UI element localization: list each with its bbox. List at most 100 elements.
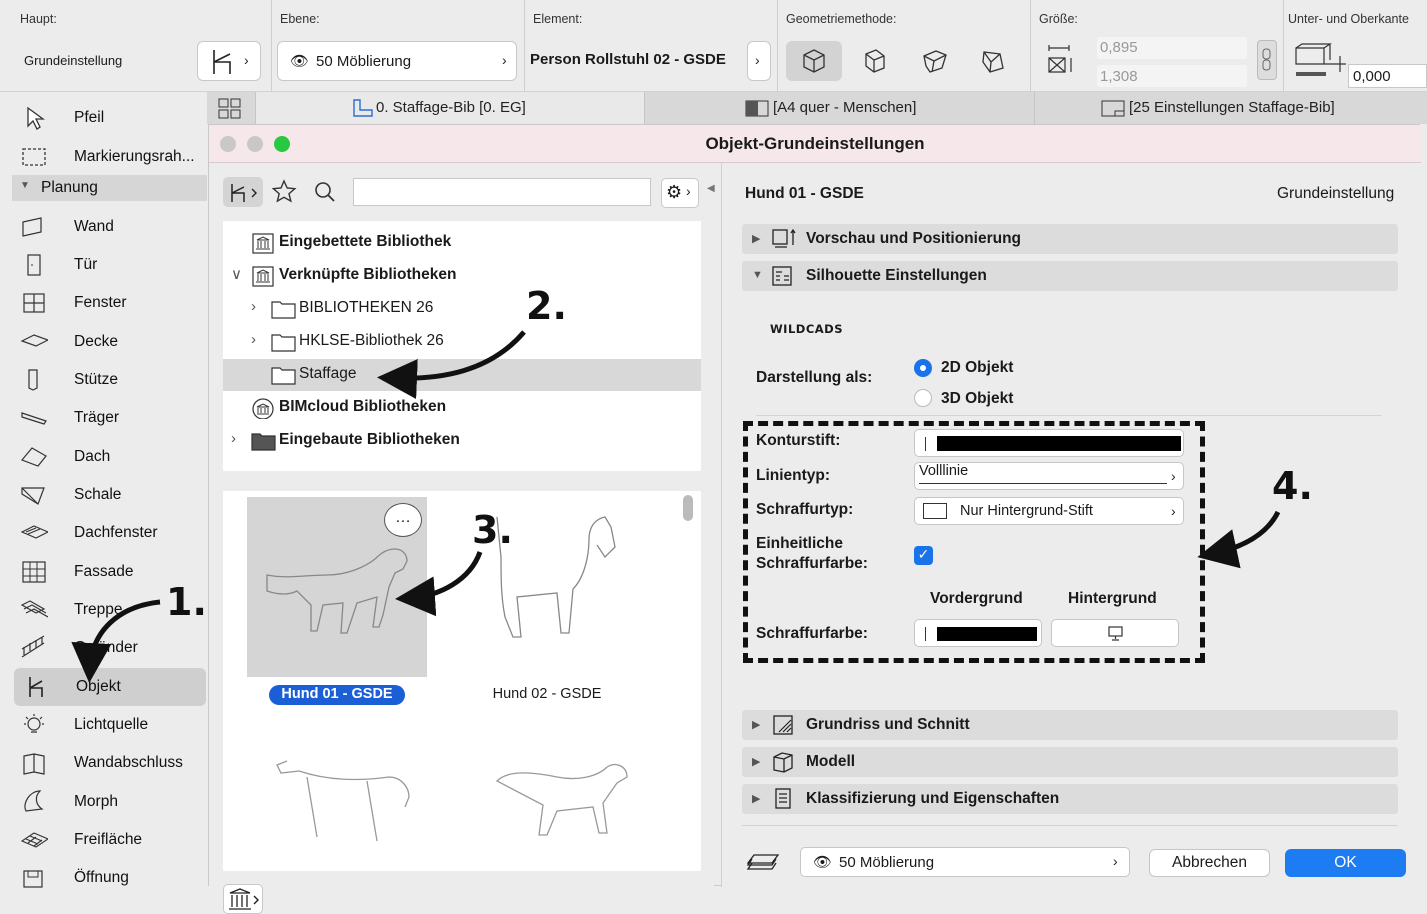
tool-wall-end[interactable]: Wandabschluss — [12, 744, 207, 782]
line-type-select[interactable]: Volllinie › — [914, 462, 1184, 490]
tool-arrow-pointer[interactable]: Pfeil — [12, 99, 207, 137]
radio-2d-selected[interactable] — [914, 359, 932, 377]
elevation-field[interactable]: 0,000 — [1348, 64, 1427, 88]
star-icon[interactable] — [271, 179, 297, 205]
tab-settings-view[interactable]: [25 Einstellungen Staffage-Bib] — [1035, 92, 1427, 124]
library-tree-item[interactable]: Staffage — [223, 359, 701, 391]
wildcads-logo: WILDCADS — [770, 322, 844, 336]
hintergrund-label: Hintergrund — [1068, 590, 1157, 607]
geometry-rotated-box-icon[interactable] — [860, 46, 890, 76]
section-silhouette[interactable]: ▼ Silhouette Einstellungen — [742, 261, 1398, 291]
object-label-selected[interactable]: Hund 01 - GSDE — [269, 685, 405, 705]
uniform-fill-checkbox[interactable]: ✓ — [914, 546, 933, 565]
thumbnail-object-4[interactable] — [457, 721, 637, 871]
section-vorschau[interactable]: ▶ Vorschau und Positionierung — [742, 224, 1398, 254]
tool-window[interactable]: Fenster — [12, 284, 207, 322]
tab-label: [A4 quer - Menschen] — [773, 99, 917, 116]
size-a-field[interactable]: 0,895 — [1097, 37, 1247, 59]
size-dimension-icon — [1048, 45, 1072, 73]
tool-roof[interactable]: Dach — [12, 438, 207, 476]
element-value: Person Rollstuhl 02 - GSDE — [530, 51, 726, 68]
background-pen-select[interactable] — [1051, 619, 1179, 647]
object-type-button[interactable]: › — [197, 41, 261, 81]
tool-railing[interactable]: Geländer — [12, 629, 207, 667]
fill-type-select[interactable]: Nur Hintergrund-Stift › — [914, 497, 1184, 525]
chevron-down-icon[interactable]: ∨ — [231, 265, 242, 283]
scrollbar-thumb[interactable] — [683, 495, 693, 521]
library-settings-button[interactable]: ⚙ › — [661, 178, 699, 208]
size-b-field[interactable]: 1,308 — [1097, 65, 1247, 87]
tool-curtain-wall[interactable]: Fassade — [12, 553, 207, 591]
section-title: Modell — [806, 753, 856, 770]
thumbnail-hund-02[interactable] — [457, 497, 637, 677]
geometry-free-box-icon[interactable] — [978, 46, 1008, 76]
tool-wall[interactable]: Wand — [12, 208, 207, 246]
tool-opening[interactable]: Öffnung — [12, 859, 207, 897]
library-tree-item[interactable]: Eingebettete Bibliothek — [223, 227, 701, 259]
chevron-right-icon[interactable]: › — [251, 331, 256, 348]
collapse-triangle-icon[interactable]: ◀ — [707, 183, 715, 194]
ok-button[interactable]: OK — [1285, 849, 1406, 877]
section-modell[interactable]: ▶ Modell — [742, 747, 1398, 777]
tool-shell[interactable]: Schale — [12, 476, 207, 514]
foreground-pen-select[interactable] — [914, 619, 1042, 647]
default-label: Grundeinstellung — [1277, 185, 1395, 202]
chevron-right-icon[interactable]: › — [231, 430, 236, 447]
cancel-button[interactable]: Abbrechen — [1149, 849, 1270, 877]
tool-lamp[interactable]: Lichtquelle — [12, 706, 207, 744]
beam-icon — [20, 405, 48, 431]
geometry-method-box-button[interactable] — [786, 41, 842, 81]
library-tree-item[interactable]: BIMcloud Bibliotheken — [223, 392, 701, 424]
more-button[interactable]: … — [384, 503, 422, 537]
thumbnail-hund-01[interactable]: … — [247, 497, 427, 677]
layer-value: 50 Möblierung — [316, 53, 412, 70]
chevron-right-icon[interactable]: › — [251, 298, 256, 315]
tab-layout[interactable]: [A4 quer - Menschen] — [645, 92, 1035, 124]
search-input[interactable] — [353, 178, 651, 206]
geometry-slanted-box-icon[interactable] — [920, 46, 950, 76]
tool-mesh[interactable]: Freifläche — [12, 821, 207, 859]
tab-floor-plan[interactable]: 0. Staffage-Bib [0. EG] — [255, 92, 645, 124]
library-tree-item[interactable]: ∨ Verknüpfte Bibliotheken — [223, 260, 701, 292]
layers-icon[interactable] — [746, 851, 780, 875]
library-building-icon — [251, 265, 277, 287]
object-label[interactable]: Hund 02 - GSDE — [457, 686, 637, 702]
opening-icon — [20, 865, 48, 891]
library-tree-item[interactable]: › Eingebaute Bibliotheken — [223, 425, 701, 457]
linientyp-label: Linientyp: — [756, 467, 831, 484]
library-tree-label: HKLSE-Bibliothek 26 — [299, 332, 444, 349]
haupt-section: Haupt: Grundeinstellung › — [12, 0, 272, 92]
proportion-link-button[interactable] — [1257, 40, 1277, 80]
element-more-button[interactable]: › — [747, 41, 771, 81]
tool-label: Freifläche — [74, 831, 143, 848]
object-type-filter-button[interactable] — [223, 177, 263, 207]
pen-color-select[interactable] — [914, 429, 1184, 457]
tool-marquee[interactable]: Markierungsrah... — [12, 138, 207, 176]
dog-silhouette-image — [495, 763, 628, 836]
thumbnail-object-3[interactable] — [247, 721, 427, 871]
section-grundriss[interactable]: ▶ Grundriss und Schnitt — [742, 710, 1398, 740]
tool-beam[interactable]: Träger — [12, 399, 207, 437]
tool-object-chair[interactable]: Objekt — [14, 668, 206, 706]
tool-column[interactable]: Stütze — [12, 361, 207, 399]
tool-stair[interactable]: Treppe — [12, 591, 207, 629]
radio-3d[interactable] — [914, 389, 932, 407]
layer-select[interactable]: 👁 50 Möblierung › — [800, 847, 1130, 877]
toolbox-group-header[interactable]: ▼ Planung — [12, 175, 207, 201]
search-icon[interactable] — [313, 180, 337, 204]
tool-label: Dach — [74, 448, 111, 465]
tool-morph[interactable]: Morph — [12, 783, 207, 821]
library-manager-button[interactable] — [223, 884, 263, 914]
section-klassifizierung[interactable]: ▶ Klassifizierung und Eigenschaften — [742, 784, 1398, 814]
tool-slab[interactable]: Decke — [12, 323, 207, 361]
folder-icon — [271, 298, 297, 320]
elevation-section: Unter- und Oberkante 0,000 — [1284, 0, 1427, 92]
library-tree-item[interactable]: › HKLSE-Bibliothek 26 — [223, 326, 701, 358]
einheitlich-label: Einheitliche — [756, 535, 843, 552]
tab-overview-button[interactable] — [217, 96, 243, 120]
tool-door[interactable]: Tür — [12, 246, 207, 284]
eye-icon: 👁 — [290, 53, 310, 70]
tool-skylight[interactable]: Dachfenster — [12, 514, 207, 552]
library-tree-item[interactable]: › BIBLIOTHEKEN 26 — [223, 293, 701, 325]
layer-select[interactable]: 👁 50 Möblierung › — [277, 41, 517, 81]
